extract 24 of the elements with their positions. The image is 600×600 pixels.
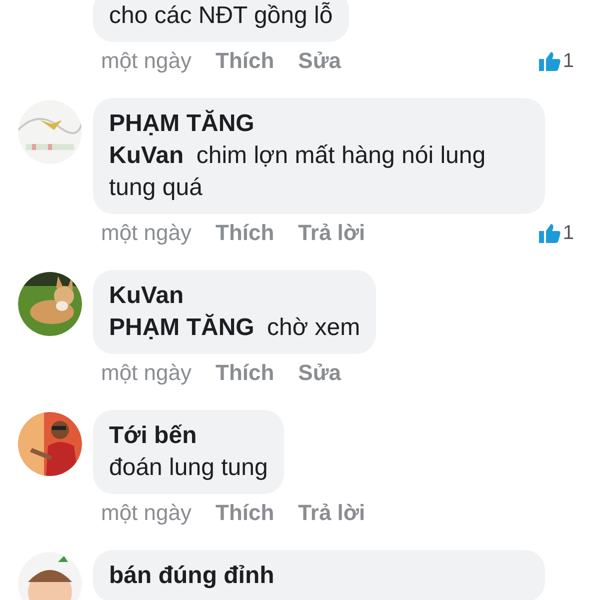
comment-time: một ngày [101, 219, 192, 247]
comment-action-link[interactable]: Sửa [298, 358, 342, 388]
comment-time: một ngày [101, 499, 192, 527]
like-icon [538, 223, 561, 243]
comment-text: KuVan chim lợn mất hàng nói lung tung quá [109, 141, 487, 203]
comment-text: cho các NĐT gồng lỗ [109, 1, 333, 31]
comment-action-link[interactable]: Thích [216, 358, 274, 388]
comment-time: một ngày [101, 359, 192, 387]
comment-action-link[interactable]: Thích [216, 46, 274, 76]
comment-action-link[interactable]: Trả lời [298, 498, 366, 528]
comment-action-link[interactable]: Trả lời [298, 218, 366, 248]
author-name[interactable]: Tới bến [109, 420, 268, 452]
author-name[interactable]: bán đúng đỉnh [109, 560, 529, 592]
comment-time: một ngày [101, 47, 192, 75]
comment-text: PHẠM TĂNG chờ xem [109, 312, 360, 343]
like-icon [538, 51, 561, 71]
comment-action-link[interactable]: Thích [216, 498, 274, 528]
comment-action-link[interactable]: Sửa [298, 46, 342, 76]
author-name[interactable]: PHẠM TĂNG [109, 108, 529, 140]
comment-text: đoán lung tung [109, 453, 268, 483]
like-count: 1 [562, 49, 574, 74]
comment-action-link[interactable]: Thích [216, 218, 274, 248]
like-count: 1 [562, 221, 574, 246]
author-name[interactable]: KuVan [109, 280, 360, 312]
